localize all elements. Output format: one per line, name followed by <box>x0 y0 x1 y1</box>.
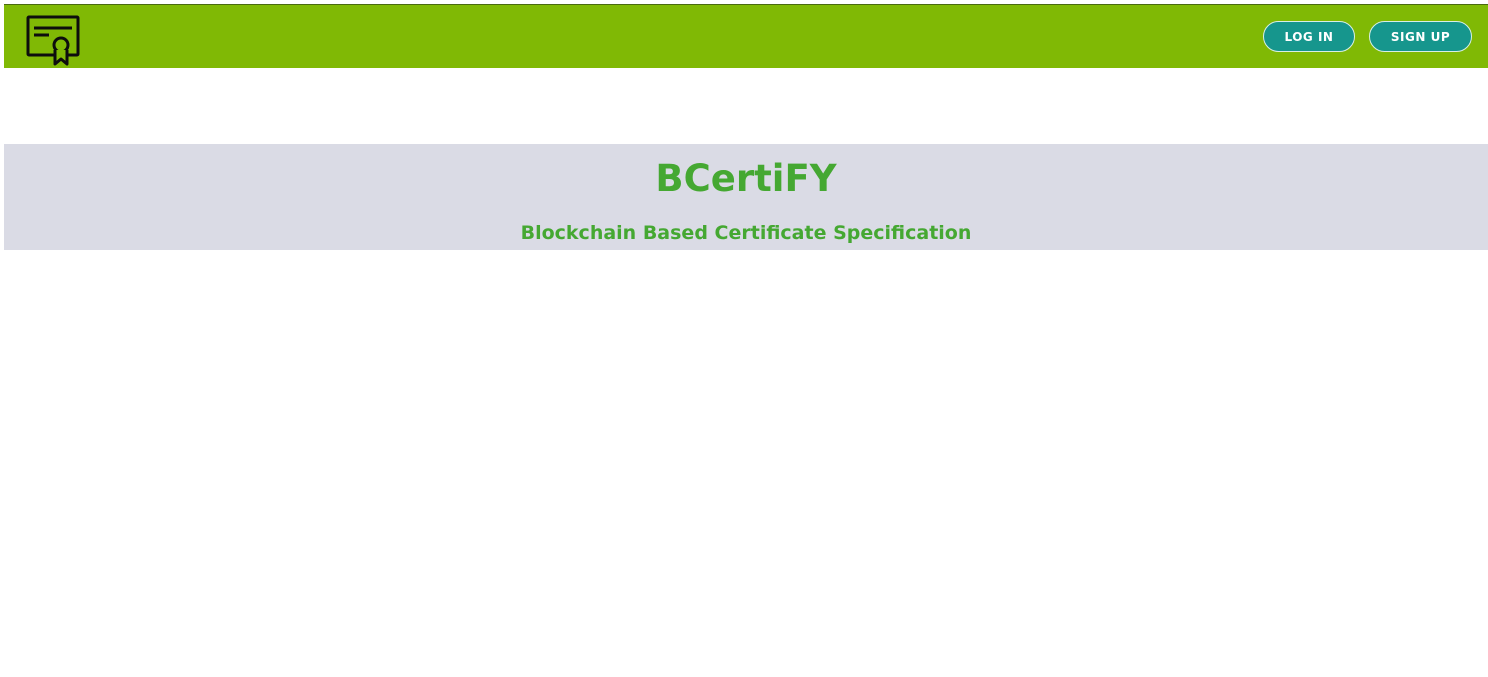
certificate-icon[interactable] <box>24 12 84 68</box>
hero-banner: BCertiFY Blockchain Based Certificate Sp… <box>4 144 1488 250</box>
top-navigation-bar: LOG IN SIGN UP <box>4 4 1488 68</box>
log-in-button[interactable]: LOG IN <box>1263 21 1355 52</box>
certificate-logo-graphic <box>26 15 80 66</box>
page-title: BCertiFY <box>655 157 837 200</box>
sign-up-button[interactable]: SIGN UP <box>1369 21 1472 52</box>
page-subtitle: Blockchain Based Certificate Specificati… <box>520 222 972 244</box>
page: LOG IN SIGN UP BCertiFY Blockchain Based… <box>0 0 1488 677</box>
